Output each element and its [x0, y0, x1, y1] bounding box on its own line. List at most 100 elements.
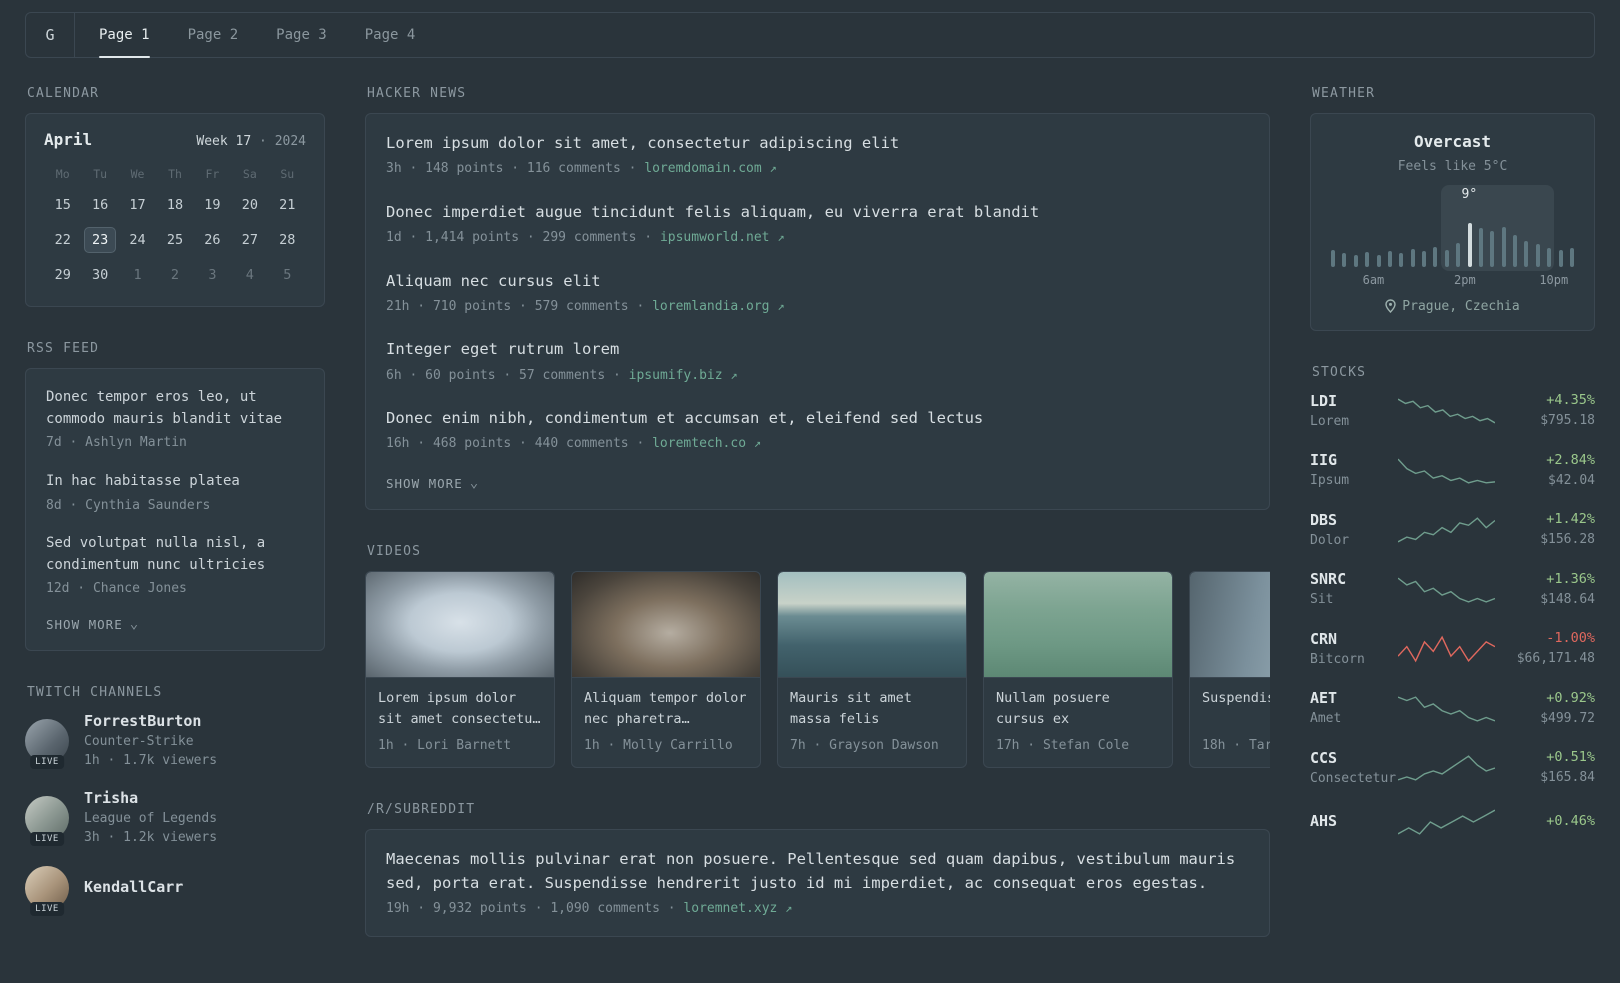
hn-item-title[interactable]: Donec enim nibh, condimentum et accumsan…: [386, 407, 1249, 430]
video-card[interactable]: Aliquam tempor dolor nec pharetra… 1h · M…: [571, 570, 761, 769]
calendar-day[interactable]: 15: [44, 192, 81, 218]
video-card[interactable]: Suspendisse diam 18h · Tara: [1189, 570, 1270, 769]
calendar-day[interactable]: 18: [156, 192, 193, 218]
subreddit-widget: /R/SUBREDDIT Maecenas mollis pulvinar er…: [365, 802, 1270, 938]
stock-price: $795.18: [1540, 413, 1595, 428]
stock-row[interactable]: SNRC Sit +1.36% $148.64: [1310, 570, 1595, 610]
weather-feels-like: Feels like 5°C: [1397, 159, 1508, 174]
rss-item-title[interactable]: In hac habitasse platea: [46, 471, 304, 493]
hn-item-title[interactable]: Aliquam nec cursus elit: [386, 270, 1249, 293]
weather-bar: [1387, 250, 1392, 267]
weather-bar: [1331, 249, 1335, 267]
app-logo[interactable]: G: [26, 13, 74, 57]
video-card[interactable]: Lorem ipsum dolor sit amet consectetu… 1h…: [365, 570, 555, 769]
video-meta: 18h · Tara: [1202, 737, 1270, 753]
tab-page-4[interactable]: Page 4: [365, 13, 416, 57]
hn-item-meta: 21h · 710 points · 579 comments · loreml…: [386, 298, 785, 314]
stock-row[interactable]: CRN Bitcorn -1.00% $66,171.48: [1310, 630, 1595, 670]
weather-bar: [1547, 248, 1552, 267]
chevron-down-icon: ⌄: [469, 475, 480, 492]
calendar-day[interactable]: 27: [231, 227, 268, 253]
calendar-day[interactable]: 19: [194, 192, 231, 218]
hn-item-domain-link[interactable]: loremlandia.org ↗: [652, 299, 784, 314]
tab-page-2[interactable]: Page 2: [188, 13, 239, 57]
hn-item-domain-link[interactable]: loremdomain.com ↗: [644, 161, 776, 176]
calendar-day[interactable]: 25: [156, 227, 193, 253]
hn-item-title[interactable]: Integer eget rutrum lorem: [386, 338, 1249, 361]
stock-price: $148.64: [1540, 591, 1595, 607]
calendar-week-year: Week 17 · 2024: [196, 134, 306, 149]
stock-change: +1.36%: [1546, 570, 1595, 587]
video-card[interactable]: Nullam posuere cursus ex 17h · Stefan Col…: [983, 570, 1173, 769]
stock-row[interactable]: DBS Dolor +1.42% $156.28: [1310, 511, 1595, 551]
stock-change: +2.84%: [1546, 451, 1595, 468]
stock-row[interactable]: LDI Lorem +4.35% $795.18: [1310, 392, 1595, 432]
weather-bar: [1444, 249, 1449, 267]
calendar-day[interactable]: 3: [194, 262, 231, 288]
stock-row[interactable]: AHS +0.46%: [1310, 808, 1595, 836]
hn-item-meta: 6h · 60 points · 57 comments · ipsumify.…: [386, 367, 738, 383]
weather-location[interactable]: Prague, Czechia: [1329, 299, 1576, 314]
weather-time-label: 10pm: [1539, 272, 1569, 287]
calendar-day[interactable]: 1: [119, 262, 156, 288]
calendar-month[interactable]: April: [44, 130, 92, 149]
weather-bar: [1490, 231, 1495, 267]
subreddit-post-meta: 19h · 9,932 points · 1,090 comments · lo…: [386, 900, 793, 916]
rss-item-title[interactable]: Donec tempor eros leo, ut commodo mauris…: [46, 387, 304, 430]
right-column: WEATHER Overcast Feels like 5°C 9° 6am 2p…: [1310, 86, 1595, 971]
rss-item-title[interactable]: Sed volutpat nulla nisl, a condimentum n…: [46, 533, 304, 576]
calendar-day[interactable]: 2: [156, 262, 193, 288]
weather-bar: [1399, 253, 1404, 267]
subreddit-post-domain-link[interactable]: loremnet.xyz ↗: [683, 901, 792, 916]
weather-bar: [1558, 250, 1563, 267]
stock-sparkline: [1398, 457, 1495, 485]
twitch-channel[interactable]: LIVE ForrestBurton Counter-Strike 1h · 1…: [25, 712, 325, 771]
twitch-channel[interactable]: LIVE Trisha League of Legends 3h · 1.2k …: [25, 789, 325, 848]
calendar-day[interactable]: 5: [269, 262, 306, 288]
calendar-day[interactable]: 28: [269, 227, 306, 253]
videos-widget: VIDEOS Lorem ipsum dolor sit amet consec…: [365, 544, 1270, 769]
calendar-day[interactable]: 29: [44, 262, 81, 288]
stock-row[interactable]: IIG Ipsum +2.84% $42.04: [1310, 451, 1595, 491]
stock-row[interactable]: CCS Consectetur +0.51% $165.84: [1310, 749, 1595, 789]
calendar-day[interactable]: 22: [44, 227, 81, 253]
stock-sparkline: [1398, 635, 1495, 663]
calendar-day[interactable]: 20: [231, 192, 268, 218]
subreddit-post-title[interactable]: Maecenas mollis pulvinar erat non posuer…: [386, 848, 1249, 895]
stock-row[interactable]: AET Amet +0.92% $499.72: [1310, 689, 1595, 729]
tab-page-3[interactable]: Page 3: [276, 13, 327, 57]
stock-price: $42.04: [1548, 472, 1595, 488]
calendar-weekday: Th: [168, 167, 182, 181]
channel-viewers: 1h · 1.7k viewers: [84, 753, 218, 769]
hackernews-show-more-button[interactable]: SHOW MORE ⌄: [386, 476, 479, 491]
subreddit-section-title: /R/SUBREDDIT: [367, 802, 476, 818]
calendar-day[interactable]: 23: [84, 227, 117, 253]
stock-sparkline: [1398, 695, 1495, 723]
twitch-channel-list: LIVE ForrestBurton Counter-Strike 1h · 1…: [25, 712, 325, 916]
hn-item-domain-link[interactable]: loremtech.co ↗: [652, 436, 761, 451]
weather-bar: [1433, 247, 1438, 267]
calendar-day[interactable]: 30: [81, 262, 118, 288]
chevron-down-icon: ⌄: [129, 616, 140, 633]
weather-bar: [1342, 253, 1347, 267]
calendar-day[interactable]: 26: [194, 227, 231, 253]
calendar-day[interactable]: 16: [81, 192, 118, 218]
hn-item: Aliquam nec cursus elit 21h · 710 points…: [386, 270, 1249, 317]
hn-item-title[interactable]: Lorem ipsum dolor sit amet, consectetur …: [386, 132, 1249, 155]
calendar-day[interactable]: 24: [119, 227, 156, 253]
calendar-day[interactable]: 17: [119, 192, 156, 218]
calendar-day[interactable]: 21: [269, 192, 306, 218]
twitch-channel[interactable]: LIVE KendallCarr: [25, 865, 325, 916]
weather-current-temp: 9°: [1461, 186, 1478, 202]
tab-page-1[interactable]: Page 1: [99, 13, 150, 58]
calendar-day[interactable]: 4: [231, 262, 268, 288]
hn-item-domain-link[interactable]: ipsumworld.net ↗: [660, 230, 785, 245]
hn-item: Integer eget rutrum lorem 6h · 60 points…: [386, 338, 1249, 385]
stock-change: +1.42%: [1546, 511, 1595, 527]
stock-symbol: DBS: [1310, 510, 1338, 529]
hn-item-domain-link[interactable]: ipsumify.biz ↗: [629, 368, 738, 383]
rss-show-more-button[interactable]: SHOW MORE ⌄: [46, 617, 139, 632]
hn-item-title[interactable]: Donec imperdiet augue tincidunt felis al…: [386, 201, 1249, 224]
video-card[interactable]: Mauris sit amet massa felis 7h · Grayson …: [777, 570, 967, 769]
channel-game: League of Legends: [84, 810, 218, 826]
